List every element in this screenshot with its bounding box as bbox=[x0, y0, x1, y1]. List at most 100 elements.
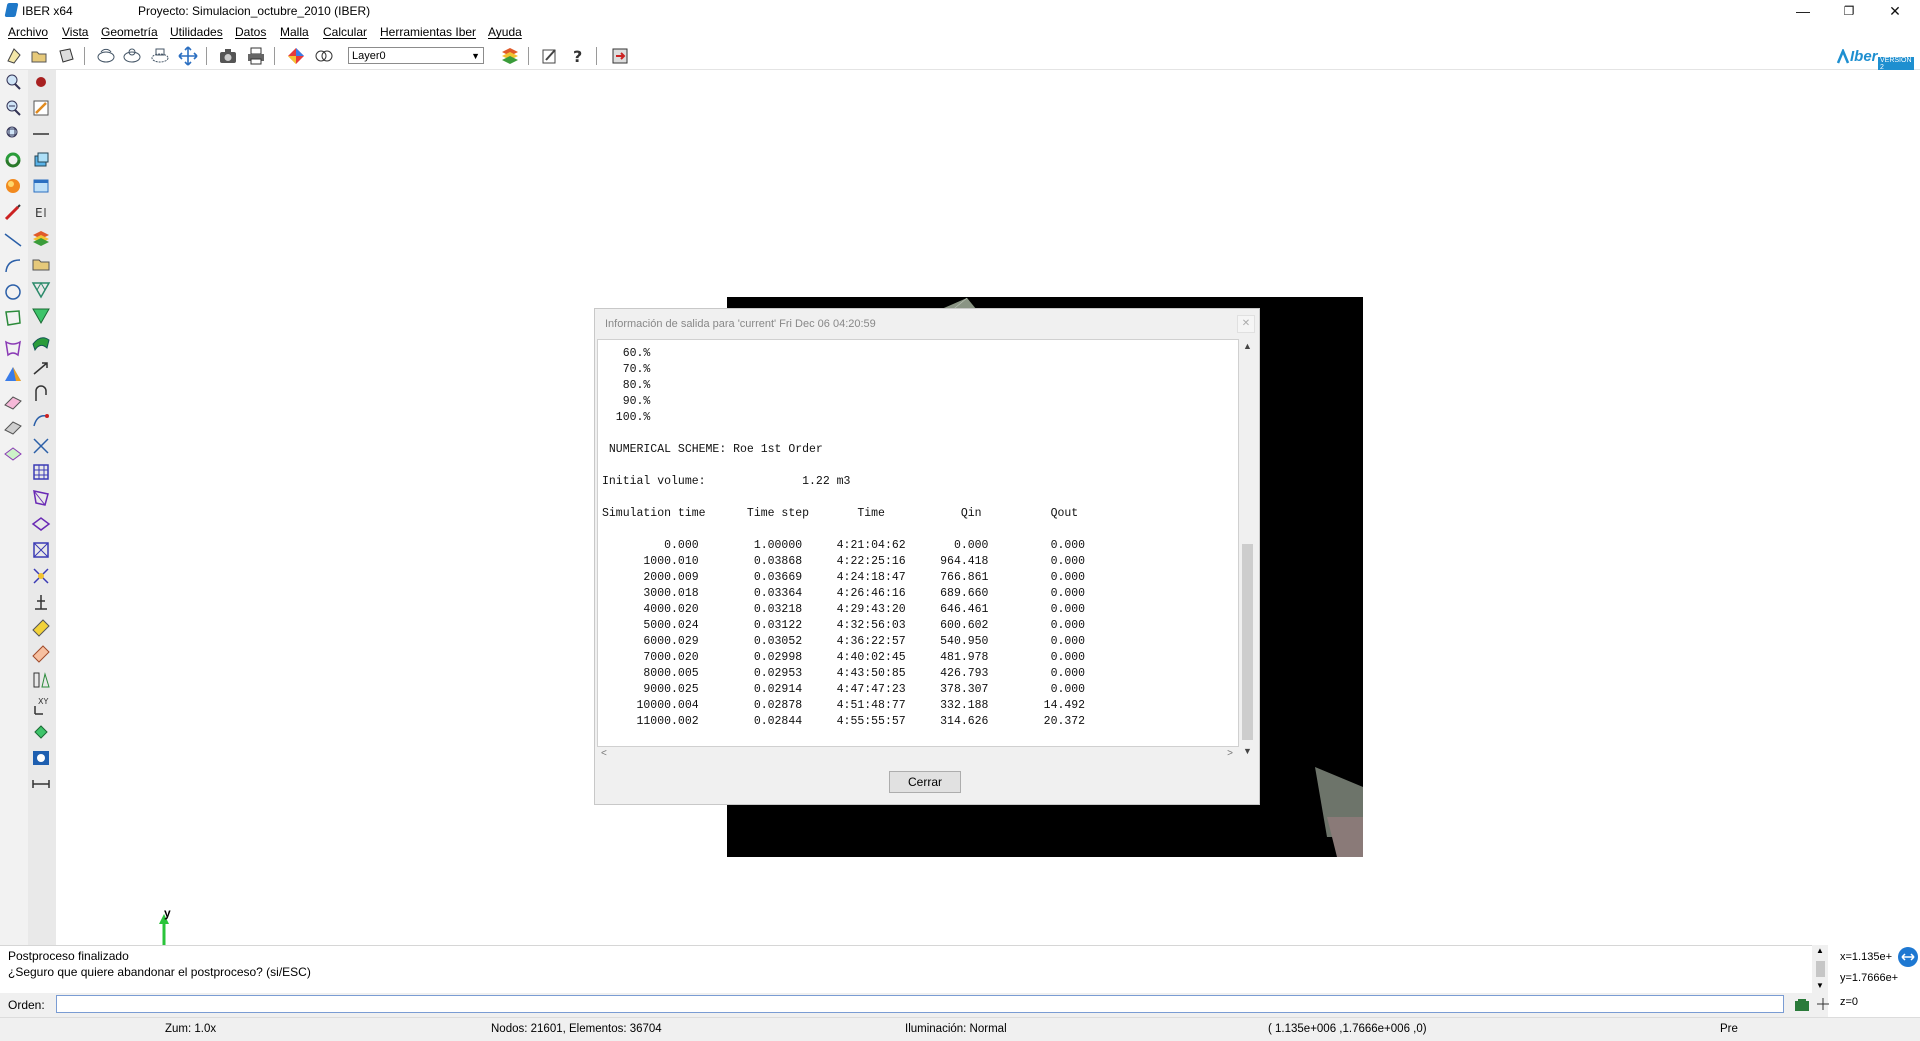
zoom-frame-icon[interactable] bbox=[150, 46, 170, 66]
measure-tape-icon[interactable] bbox=[31, 644, 51, 664]
coordinates-icon[interactable]: XY bbox=[31, 696, 51, 716]
pencil-edit-icon[interactable] bbox=[31, 98, 51, 118]
mesh-green-icon[interactable] bbox=[31, 306, 51, 326]
new-file-icon[interactable] bbox=[4, 46, 24, 66]
zoom-window-icon[interactable] bbox=[3, 124, 23, 144]
copy-icon[interactable] bbox=[31, 150, 51, 170]
menu-archivo[interactable]: Archivo bbox=[8, 25, 48, 39]
help-icon[interactable]: ? bbox=[568, 46, 588, 66]
polygon-icon[interactable] bbox=[3, 308, 23, 328]
hook-icon[interactable] bbox=[31, 384, 51, 404]
redraw-icon[interactable] bbox=[3, 150, 23, 170]
menu-ayuda[interactable]: Ayuda bbox=[488, 25, 522, 39]
output-horizontal-scrollbar[interactable]: < > bbox=[597, 747, 1237, 763]
menu-geometria[interactable]: Geometría bbox=[101, 25, 158, 39]
menu-malla[interactable]: Malla bbox=[280, 25, 309, 39]
pan-move-icon[interactable] bbox=[178, 46, 198, 66]
edit-tools-icon[interactable] bbox=[540, 46, 560, 66]
menu-utilidades[interactable]: Utilidades bbox=[170, 25, 223, 39]
layers-stack-icon[interactable] bbox=[500, 46, 520, 66]
menu-calcular[interactable]: Calcular bbox=[323, 25, 367, 39]
render-icon[interactable] bbox=[3, 176, 23, 196]
menu-datos[interactable]: Datos bbox=[235, 25, 266, 39]
window-rect-icon[interactable] bbox=[31, 176, 51, 196]
iber-logo-version: VERSION 2 bbox=[1878, 57, 1914, 71]
circle-icon[interactable] bbox=[3, 282, 23, 302]
minimize-button[interactable]: — bbox=[1780, 0, 1826, 22]
eraser-icon[interactable] bbox=[3, 392, 23, 412]
output-vertical-scrollbar[interactable]: ▲ ▼ bbox=[1239, 339, 1256, 763]
output-text-area[interactable]: 60.% 70.% 80.% 90.% 100.% NUMERICAL SCHE… bbox=[597, 339, 1239, 747]
structured-mesh-icon[interactable] bbox=[31, 462, 51, 482]
arc-icon[interactable] bbox=[3, 256, 23, 276]
status-nodes-elements: Nodos: 21601, Elementos: 36704 bbox=[491, 1023, 662, 1035]
line-tool-icon[interactable] bbox=[31, 124, 51, 144]
save-disk-icon[interactable] bbox=[56, 46, 76, 66]
move-node-icon[interactable] bbox=[31, 722, 51, 742]
scroll-up-icon[interactable]: ▲ bbox=[1243, 341, 1252, 351]
scroll-right-icon[interactable]: > bbox=[1227, 748, 1233, 759]
layer-select[interactable]: Layer0 ▼ bbox=[348, 47, 484, 64]
volume-icon[interactable] bbox=[3, 364, 23, 384]
left-toolbar: E XY bbox=[0, 70, 56, 945]
teamviewer-icon[interactable] bbox=[1898, 947, 1918, 967]
layers-icon[interactable] bbox=[31, 228, 51, 248]
info-icon[interactable] bbox=[31, 748, 51, 768]
star-mesh-icon[interactable] bbox=[31, 540, 51, 560]
scroll-left-icon[interactable]: < bbox=[601, 748, 607, 759]
rotate-view-icon[interactable] bbox=[96, 46, 116, 66]
message-scrollbar[interactable]: ▲ ▼ bbox=[1812, 945, 1828, 993]
restore-button[interactable]: ❐ bbox=[1826, 0, 1872, 22]
cerrar-button[interactable]: Cerrar bbox=[889, 771, 961, 793]
pointer-tool-icon[interactable] bbox=[3, 202, 23, 222]
record-icon[interactable] bbox=[31, 72, 51, 92]
menu-herramientas-iber[interactable]: Herramientas Iber bbox=[380, 25, 476, 39]
split-icon[interactable] bbox=[31, 566, 51, 586]
intersect-icon[interactable] bbox=[31, 436, 51, 456]
scroll-down-icon[interactable]: ▼ bbox=[1243, 746, 1252, 756]
select-diamond-icon[interactable] bbox=[3, 444, 23, 464]
coord-x: x=1.135e+ bbox=[1840, 951, 1892, 963]
camera-snapshot-icon[interactable] bbox=[218, 46, 238, 66]
print-icon[interactable] bbox=[246, 46, 266, 66]
scroll-down-icon[interactable]: ▼ bbox=[1816, 981, 1824, 990]
command-input[interactable] bbox=[56, 995, 1784, 1013]
toolbar-separator bbox=[84, 47, 85, 65]
scroll-up-icon[interactable]: ▲ bbox=[1816, 946, 1824, 955]
list-entities-icon[interactable]: E bbox=[31, 202, 51, 222]
chevron-down-icon: ▼ bbox=[471, 51, 480, 61]
sweep-icon[interactable] bbox=[31, 488, 51, 508]
scroll-thumb[interactable] bbox=[1816, 961, 1825, 977]
zoom-out-icon[interactable] bbox=[3, 98, 23, 118]
iber-app-icon bbox=[4, 3, 19, 17]
distance-icon[interactable] bbox=[31, 774, 51, 794]
open-folder-icon[interactable] bbox=[29, 46, 49, 66]
scroll-thumb[interactable] bbox=[1242, 544, 1253, 740]
coord-y: y=1.7666e+ bbox=[1840, 972, 1899, 984]
run-command-icon[interactable] bbox=[1794, 997, 1810, 1013]
exit-postprocess-icon[interactable] bbox=[610, 46, 630, 66]
collapse-icon[interactable] bbox=[3, 418, 23, 438]
extrude-icon[interactable] bbox=[31, 514, 51, 534]
line-icon[interactable] bbox=[3, 230, 23, 250]
surface-mesh-icon[interactable] bbox=[31, 332, 51, 352]
layer-tools-icon[interactable] bbox=[314, 46, 334, 66]
dialog-close-icon[interactable]: ✕ bbox=[1237, 315, 1255, 333]
command-bar: Orden: bbox=[0, 993, 1830, 1017]
rotate-axis-icon[interactable] bbox=[122, 46, 142, 66]
zoom-in-icon[interactable] bbox=[3, 72, 23, 92]
curve-point-icon[interactable] bbox=[31, 410, 51, 430]
message-line: ¿Seguro que quiere abandonar el postproc… bbox=[8, 965, 311, 979]
arrow-line-icon[interactable] bbox=[31, 358, 51, 378]
surface-icon[interactable] bbox=[3, 338, 23, 358]
render-mode-icon[interactable] bbox=[286, 46, 306, 66]
grid-snap-icon[interactable] bbox=[1816, 997, 1830, 1011]
mesh-triangle-icon[interactable] bbox=[31, 280, 51, 300]
folder-icon[interactable] bbox=[31, 254, 51, 274]
symmetry-icon[interactable] bbox=[31, 670, 51, 690]
ruler-icon[interactable] bbox=[31, 618, 51, 638]
close-window-button[interactable]: ✕ bbox=[1872, 0, 1918, 22]
menu-vista[interactable]: Vista bbox=[62, 25, 88, 39]
dimension-icon[interactable] bbox=[31, 592, 51, 612]
svg-text:?: ? bbox=[573, 47, 582, 66]
